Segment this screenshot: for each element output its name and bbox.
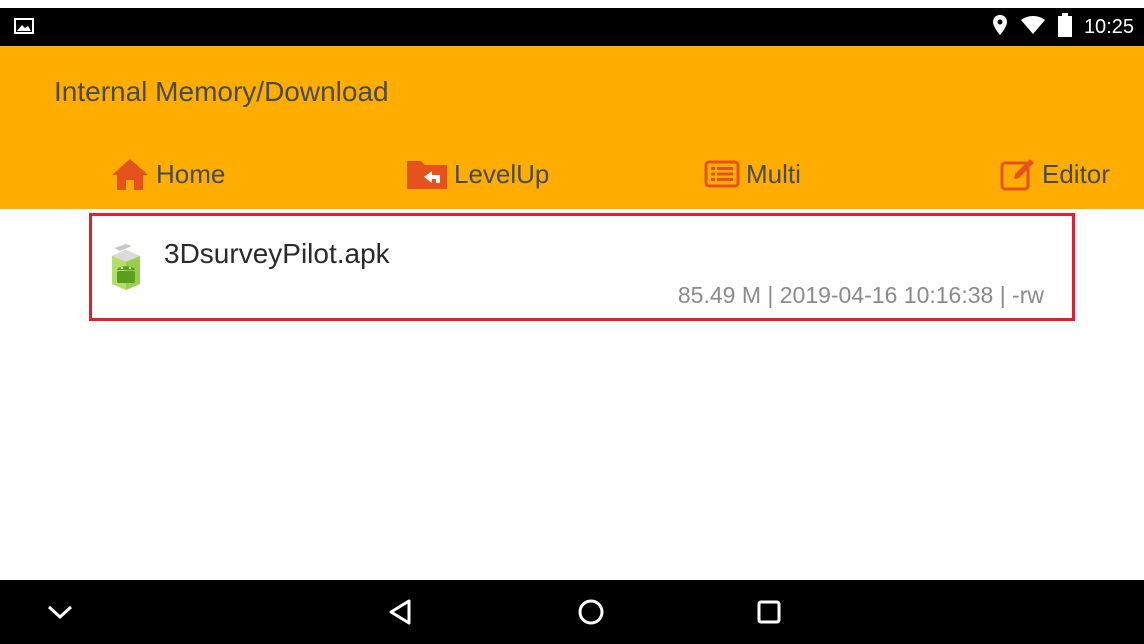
levelup-button[interactable]: LevelUp bbox=[406, 146, 549, 202]
app-header: Internal Memory/Download Home LevelUp Mu… bbox=[0, 46, 1144, 209]
multi-select-list-icon bbox=[704, 160, 740, 188]
android-apk-icon bbox=[108, 244, 144, 290]
folder-levelup-icon bbox=[406, 158, 448, 190]
editor-button[interactable]: Editor bbox=[1000, 146, 1110, 202]
levelup-label: LevelUp bbox=[454, 158, 550, 189]
file-name: 3DsurveyPilot.apk bbox=[164, 238, 390, 269]
status-time: 10:25 bbox=[1083, 15, 1134, 38]
multi-button[interactable]: Multi bbox=[704, 146, 801, 202]
image-notification-icon bbox=[14, 18, 34, 34]
navigation-bar bbox=[0, 580, 1144, 644]
recents-square-icon[interactable] bbox=[749, 594, 789, 630]
file-details: 85.49 M | 2019-04-16 10:16:38 | -rw bbox=[677, 282, 1044, 308]
wifi-icon bbox=[1020, 15, 1046, 39]
multi-label: Multi bbox=[746, 158, 801, 189]
back-triangle-icon[interactable] bbox=[380, 594, 420, 630]
chevron-down-icon[interactable] bbox=[40, 594, 80, 630]
battery-icon bbox=[1057, 13, 1072, 41]
current-path: Internal Memory/Download bbox=[54, 76, 389, 107]
status-bar: 10:25 bbox=[0, 8, 1144, 46]
editor-label: Editor bbox=[1042, 158, 1110, 189]
edit-icon bbox=[1000, 157, 1036, 191]
list-item[interactable]: 3DsurveyPilot.apk 85.49 M | 2019-04-16 1… bbox=[89, 213, 1075, 321]
home-button[interactable]: Home bbox=[110, 146, 225, 202]
file-list: 3DsurveyPilot.apk 85.49 M | 2019-04-16 1… bbox=[0, 209, 1144, 580]
home-circle-icon[interactable] bbox=[571, 594, 611, 630]
location-icon bbox=[992, 14, 1008, 40]
home-icon bbox=[110, 157, 150, 191]
toolbar: Home LevelUp Multi Editor bbox=[0, 146, 1144, 202]
home-label: Home bbox=[156, 158, 226, 189]
